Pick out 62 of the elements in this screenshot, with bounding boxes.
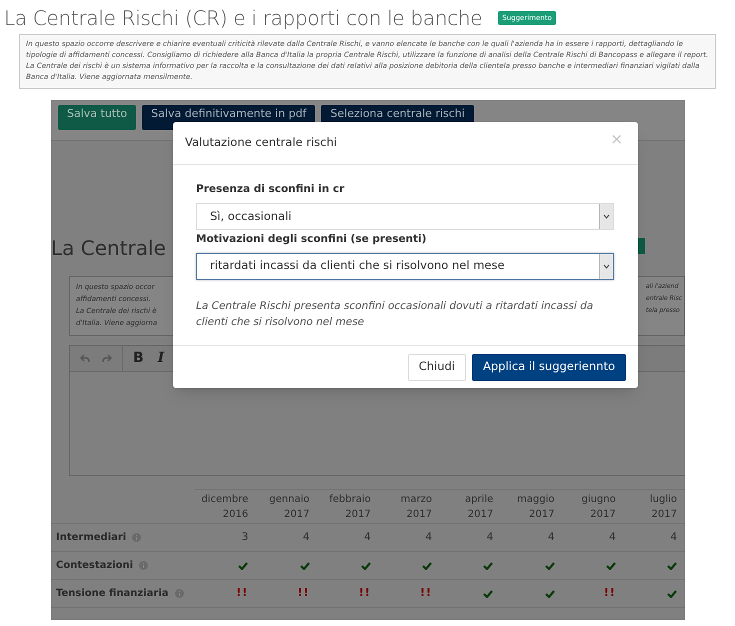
check-icon xyxy=(422,562,432,570)
row-label: Contestazioni xyxy=(56,559,134,573)
check-icon xyxy=(360,562,371,570)
info-icon[interactable] xyxy=(174,589,184,598)
caret-icon xyxy=(603,264,610,268)
undo-icon[interactable] xyxy=(80,354,90,363)
column-header: maggio xyxy=(517,492,554,506)
alert-mark: !! xyxy=(297,585,310,602)
check-icon xyxy=(606,562,616,570)
alert-mark: !! xyxy=(604,585,616,602)
table-cell-text: 4 xyxy=(486,530,494,545)
table-cell-text: 4 xyxy=(302,530,310,545)
table-cell-text: 4 xyxy=(425,530,432,545)
check-icon xyxy=(544,590,554,598)
check-icon xyxy=(238,562,248,570)
column-header: dicembre xyxy=(201,492,248,506)
check-icon xyxy=(483,590,494,598)
check-icon xyxy=(667,590,677,598)
check-icon xyxy=(667,562,677,570)
column-header: aprile xyxy=(464,492,494,506)
info-icon[interactable] xyxy=(132,533,142,542)
row-label: Intermediari xyxy=(56,531,126,545)
dropdown[interactable]: ritardati incassi da clienti che si risolvono nel mese xyxy=(196,252,614,280)
check-icon xyxy=(300,562,310,570)
column-header: 2017 xyxy=(284,508,310,522)
field-label: Presenza di sconfini in cr xyxy=(196,182,346,197)
alert-mark: !! xyxy=(420,585,432,602)
dropdown[interactable]: Sì, occasionali xyxy=(196,202,614,230)
field-label: Motivazioni degli sconfini (se presenti) xyxy=(196,232,428,247)
info-icon[interactable] xyxy=(139,561,148,570)
apply-button[interactable]: Applica il suggeriennto xyxy=(472,354,626,380)
dialog-title: Valutazione centrale rischi xyxy=(185,134,337,152)
column-header: giugno xyxy=(581,492,616,506)
section-heading: La Centrale xyxy=(51,235,166,261)
table-cell-text: 4 xyxy=(670,530,677,545)
table-cell-text: 4 xyxy=(609,530,616,545)
column-header: 2017 xyxy=(468,508,494,522)
column-header: 2017 xyxy=(345,508,371,522)
check-icon xyxy=(483,562,494,570)
alert-mark: !! xyxy=(236,585,248,602)
bold-button[interactable]: B xyxy=(133,348,144,369)
column-header: 2017 xyxy=(406,508,432,522)
check-icon xyxy=(544,562,554,570)
column-header: febbraio xyxy=(329,492,371,506)
column-header: 2017 xyxy=(590,508,616,522)
column-header: 2016 xyxy=(222,508,248,522)
page-title: La Centrale Rischi (CR) e i rapporti con le banche xyxy=(4,5,482,32)
column-header: luglio xyxy=(650,492,677,506)
table-cell-text: 3 xyxy=(242,530,248,545)
italic-button[interactable]: I xyxy=(158,348,164,369)
suggestion-text: La Centrale Rischi presenta sconfini occasionali dovuti a ritardati incassi da clienti che si risolvono nel mese xyxy=(195,299,594,330)
row-label: Tensione finanziaria xyxy=(56,587,169,601)
column-header: 2017 xyxy=(529,508,554,522)
column-header: gennaio xyxy=(269,492,310,506)
caret-icon xyxy=(603,214,610,219)
alert-mark: !! xyxy=(358,585,371,602)
table-cell-text: 4 xyxy=(548,530,554,545)
close-button[interactable]: Chiudi xyxy=(408,354,466,380)
column-header: 2017 xyxy=(652,508,677,522)
column-header: marzo xyxy=(400,492,432,506)
redo-icon[interactable] xyxy=(102,354,112,363)
table-cell-text: 4 xyxy=(364,530,371,545)
